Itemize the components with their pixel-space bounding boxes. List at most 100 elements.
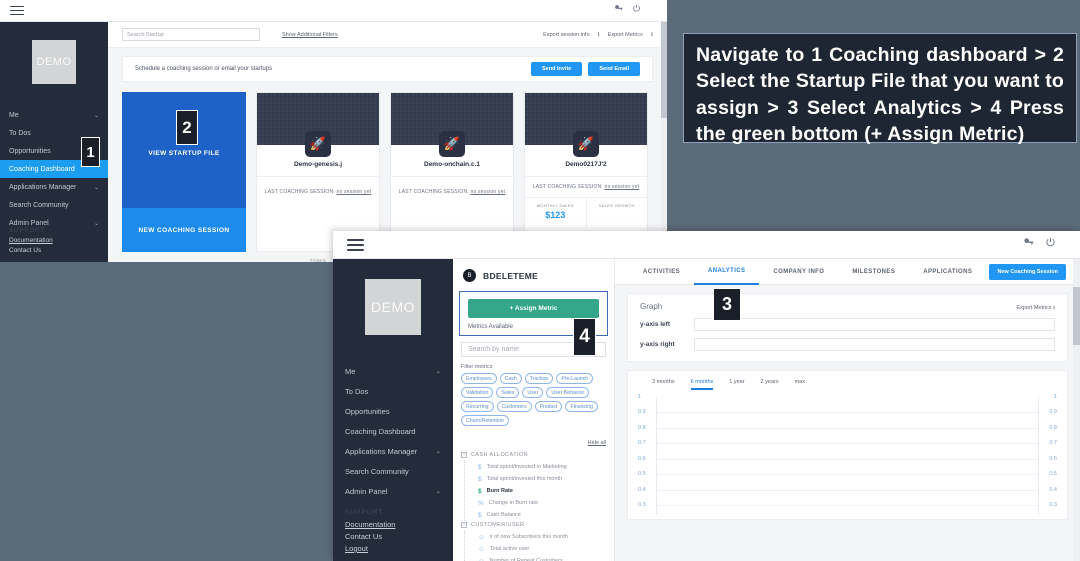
range-1-year[interactable]: 1 year [729, 379, 744, 390]
sidebar-item-search-community[interactable]: Search Community [333, 461, 453, 481]
key-icon[interactable] [1023, 237, 1034, 248]
export-metrics-link[interactable]: Export Metrics ⭳ [1016, 304, 1055, 313]
filter-tag[interactable]: Churn/Retention [461, 415, 509, 426]
collapse-icon[interactable]: − [461, 522, 467, 528]
search-input[interactable]: Search Startup [122, 28, 260, 41]
metric-item[interactable]: ☺ Total active user [478, 543, 614, 555]
scrollbar-thumb[interactable] [661, 22, 667, 118]
filter-tag[interactable]: Validation [461, 387, 494, 398]
filter-tag[interactable]: Financing [565, 401, 598, 412]
scrollbar-thumb[interactable] [1073, 287, 1080, 345]
sidebar-item-coaching-dashboard[interactable]: Coaching Dashboard [333, 421, 453, 441]
view-startup-file-label[interactable]: VIEW STARTUP FILE [122, 150, 246, 157]
collapse-icon[interactable]: − [461, 452, 467, 458]
support-link-logout[interactable]: Logout [345, 544, 395, 553]
startup-card[interactable]: 🚀 Demo0217J'2 LAST COACHING SESSION: no … [524, 92, 648, 252]
metric-item[interactable]: ☺ # of new Subscribers this month [478, 531, 614, 543]
window1-topbar-actions [614, 4, 641, 13]
metric-group-header[interactable]: − CASH ALLOCATION [453, 451, 614, 461]
rocket-icon: 🚀 [439, 131, 465, 157]
filter-tag[interactable]: Cash [499, 373, 522, 384]
sidebar-item-label: Me [345, 366, 356, 376]
kpi-label: MONTHLY SALES [536, 203, 574, 208]
last-session-value[interactable]: no session yet [337, 189, 372, 195]
tab-analytics[interactable]: ANALYTICS [694, 259, 760, 285]
power-icon[interactable] [632, 4, 641, 13]
assign-metric-button[interactable]: + Assign Metric [468, 299, 599, 318]
kpi-label: SALES GROWTH [598, 203, 635, 208]
sidebar-item-admin-panel[interactable]: Admin Panel ⌄ [333, 481, 453, 501]
chevron-down-icon: ⌄ [435, 448, 441, 455]
vertical-scrollbar[interactable] [661, 22, 667, 262]
window2-body: DEMO Me ⌄ To Dos Opportunities Coaching D… [333, 259, 1080, 561]
vertical-scrollbar[interactable] [1073, 259, 1080, 561]
metric-item-burn-rate[interactable]: $ Burn Rate [478, 485, 614, 497]
send-email-button[interactable]: Send Email [588, 62, 640, 76]
filter-tag[interactable]: Recurring [461, 401, 494, 412]
gridline [657, 458, 1038, 460]
key-icon[interactable] [614, 4, 623, 13]
filter-tag[interactable]: Product [534, 401, 563, 412]
metric-item[interactable]: ☺ Number of Repeat Customers [478, 555, 614, 561]
hamburger-icon[interactable] [347, 236, 364, 254]
last-coaching-session: LAST COACHING SESSION: no session yet [525, 177, 647, 197]
download-icon[interactable]: ⭳ [598, 30, 600, 40]
download-icon[interactable]: ⭳ [651, 30, 653, 40]
range-3-months[interactable]: 3 months [652, 379, 675, 390]
send-invite-button[interactable]: Send Invite [531, 62, 583, 76]
support-link-documentation[interactable]: Documentation [9, 237, 53, 244]
range-2-years[interactable]: 2 years [761, 379, 779, 390]
metric-item[interactable]: $ Cash Balance [478, 509, 614, 521]
tab-activities[interactable]: ACTIVITIES [629, 259, 694, 285]
new-coaching-session-button[interactable]: NEW COACHING SESSION [122, 208, 246, 252]
tab-milestones[interactable]: MILESTONES [838, 259, 909, 285]
new-coaching-session-button[interactable]: New Coaching Session [989, 263, 1066, 280]
tab-company-info[interactable]: COMPANY INFO [759, 259, 838, 285]
card-kpis: MONTHLY SALES $123 SALES GROWTH [525, 197, 647, 227]
last-session-label: LAST COACHING SESSION: [264, 189, 335, 195]
sidebar-item-applications-manager[interactable]: Applications Manager ⌄ [333, 441, 453, 461]
metric-item[interactable]: $ Total spent/invested in Marketing [478, 461, 614, 473]
support-link-contact-us[interactable]: Contact Us [345, 532, 395, 541]
business-header: B BDELETEME [453, 259, 614, 291]
sidebar-item-opportunities[interactable]: Opportunities [333, 401, 453, 421]
hide-all-link[interactable]: Hide all [588, 440, 606, 446]
support-link-documentation[interactable]: Documentation [345, 520, 395, 529]
y-tick-left: 0.6 [638, 455, 646, 462]
tab-applications[interactable]: APPLICATIONS [909, 259, 986, 285]
filter-tag[interactable]: User [522, 387, 544, 398]
last-session-value[interactable]: no session yet [471, 189, 506, 195]
power-icon[interactable] [1045, 237, 1056, 248]
sidebar-item-applications-manager[interactable]: Applications Manager ⌄ [0, 178, 108, 196]
sidebar-item-to-dos[interactable]: To Dos [333, 381, 453, 401]
y-axis-right-input[interactable] [694, 338, 1055, 351]
metric-item[interactable]: $ Total spent/invested this month [478, 473, 614, 485]
filter-tag[interactable]: User Behavior [546, 387, 590, 398]
filter-tag[interactable]: Traction [524, 373, 554, 384]
metric-group-header[interactable]: − CUSTOMER/USER [453, 521, 614, 531]
range-6-months[interactable]: 6 months [690, 379, 714, 390]
range-max[interactable]: max [795, 379, 805, 390]
hamburger-icon[interactable] [10, 3, 24, 18]
support-link-contact-us[interactable]: Contact Us [9, 247, 53, 254]
startup-card[interactable]: 🚀 Demo-genesis.j LAST COACHING SESSION: … [256, 92, 380, 252]
y-axis-left-input[interactable] [694, 318, 1055, 331]
sidebar-item-me[interactable]: Me ⌄ [333, 361, 453, 381]
filter-tag[interactable]: Customers [496, 401, 532, 412]
sidebar-item-me[interactable]: Me ⌄ [0, 106, 108, 124]
filter-metrics-label: Filter metrics [461, 364, 493, 370]
show-additional-filters-link[interactable]: Show Additional Filters [282, 32, 338, 38]
last-session-value[interactable]: no session yet [605, 184, 640, 190]
filter-tag[interactable]: Pre-Launch [556, 373, 594, 384]
schedule-bar: Schedule a coaching session or email you… [122, 56, 653, 82]
screenshot-stage: DEMO Me ⌄ To Dos Opportunities Coaching D… [0, 0, 1080, 561]
sidebar-item-search-community[interactable]: Search Community [0, 196, 108, 214]
filter-tag[interactable]: Employees [461, 373, 497, 384]
export-session-info-link[interactable]: Export session info [543, 32, 589, 38]
export-metrics-link[interactable]: Export Metrics [608, 32, 643, 38]
filter-tag[interactable]: Sales [496, 387, 520, 398]
metric-label: Burn Rate [486, 488, 513, 494]
startup-card[interactable]: 🚀 Demo-onchain.c.1 LAST COACHING SESSION… [390, 92, 514, 252]
metric-item[interactable]: % Change in Burn rate [478, 497, 614, 509]
startup-cards: VIEW STARTUP FILE NEW COACHING SESSION 🚀… [108, 82, 667, 252]
